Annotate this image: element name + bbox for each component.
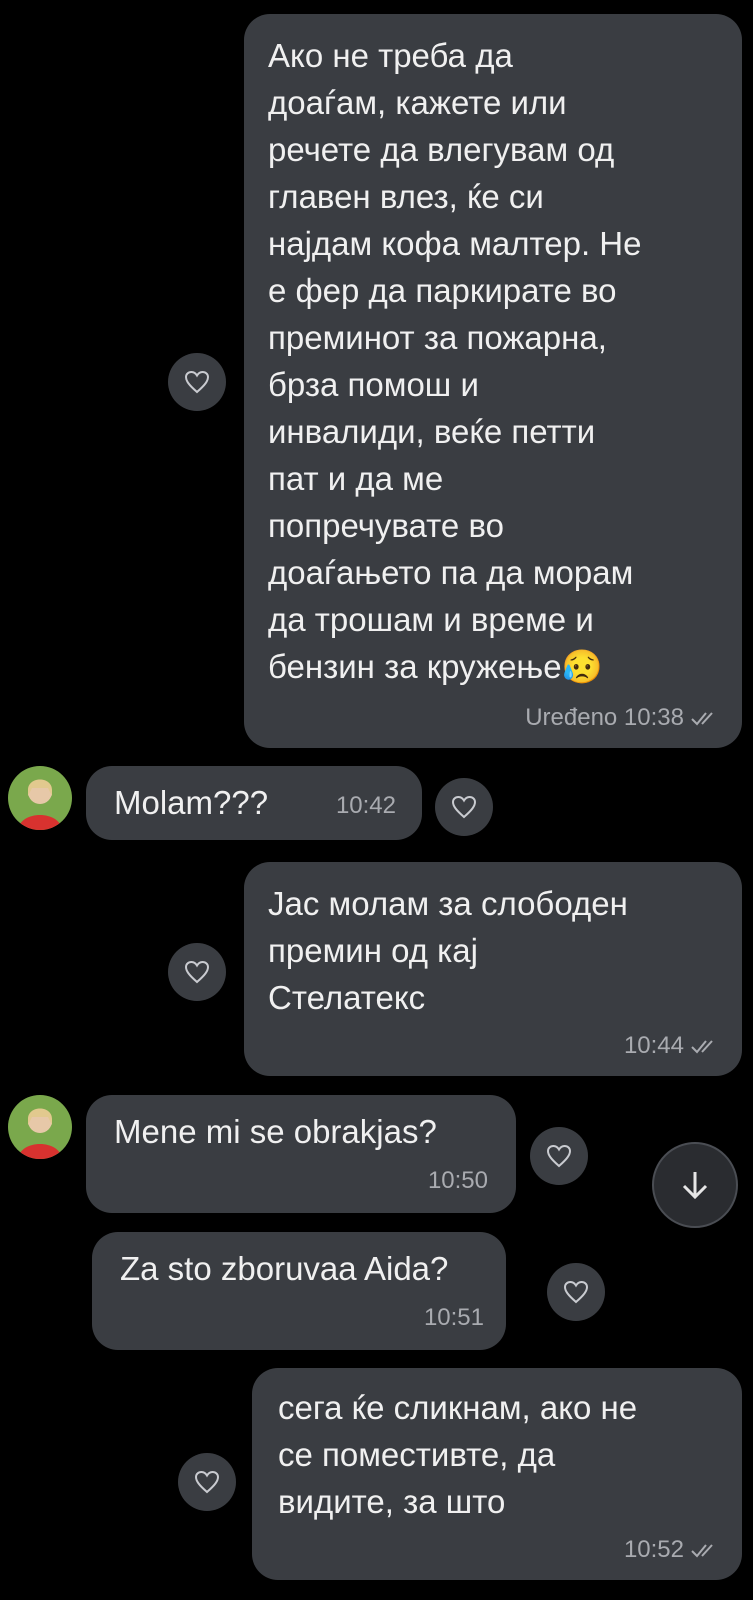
timestamp: 10:42	[335, 792, 396, 819]
timestamp: 10:51	[423, 1304, 484, 1331]
heart-outline-icon	[563, 1280, 589, 1304]
avatar-image	[8, 766, 72, 830]
double-check-icon	[691, 1544, 713, 1558]
heart-outline-icon	[546, 1144, 572, 1168]
message-bubble-outgoing[interactable]: Ако не треба да доаѓам, кажете или речет…	[244, 14, 742, 748]
timestamp: 10:44	[623, 1032, 684, 1059]
message-bubble-incoming[interactable]: Molam??? 10:42	[86, 766, 422, 840]
message-bubble-incoming[interactable]: Mene mi se obrakjas? 10:50	[86, 1095, 516, 1213]
avatar-image	[8, 1095, 72, 1159]
contact-avatar[interactable]	[8, 766, 72, 830]
scroll-to-bottom-button[interactable]	[652, 1142, 738, 1228]
edited-timestamp: Uređeno 10:38	[525, 704, 684, 731]
message-bubble-outgoing[interactable]: Јас молам за слободен премин од кај Стел…	[244, 862, 742, 1076]
message-text: Mene mi se obrakjas?	[114, 1113, 437, 1150]
double-check-icon	[691, 712, 713, 726]
timestamp: 10:50	[427, 1167, 488, 1194]
message-text: Јас молам за слободен премин од кај Стел…	[268, 885, 628, 1016]
heart-outline-icon	[194, 1470, 220, 1494]
message-meta: 10:52	[624, 1536, 720, 1564]
heart-outline-icon	[184, 960, 210, 984]
contact-avatar[interactable]	[8, 1095, 72, 1159]
message-meta: Uređeno 10:38	[525, 704, 720, 732]
double-check-icon	[691, 1040, 713, 1054]
timestamp: 10:52	[623, 1536, 684, 1563]
message-time: 10:51	[424, 1304, 484, 1332]
react-heart-button[interactable]	[435, 778, 493, 836]
react-heart-button[interactable]	[547, 1263, 605, 1321]
message-text: Za sto zboruvaa Aida?	[120, 1250, 449, 1287]
react-heart-button[interactable]	[168, 943, 226, 1001]
message-bubble-outgoing[interactable]: сега ќе сликнам, ако не се поместивте, д…	[252, 1368, 742, 1580]
message-text: Molam???	[114, 784, 269, 821]
react-heart-button[interactable]	[530, 1127, 588, 1185]
message-text: сега ќе сликнам, ако не се поместивте, д…	[278, 1389, 638, 1520]
heart-outline-icon	[184, 370, 210, 394]
message-time: 10:50	[428, 1167, 488, 1195]
arrow-down-icon	[682, 1172, 708, 1200]
heart-outline-icon	[451, 795, 477, 819]
message-time: 10:42	[336, 792, 396, 820]
message-meta: 10:44	[624, 1032, 720, 1060]
react-heart-button[interactable]	[178, 1453, 236, 1511]
message-bubble-incoming[interactable]: Za sto zboruvaa Aida? 10:51	[92, 1232, 506, 1350]
message-text: Ако не треба да доаѓам, кажете или речет…	[268, 37, 642, 685]
react-heart-button[interactable]	[168, 353, 226, 411]
